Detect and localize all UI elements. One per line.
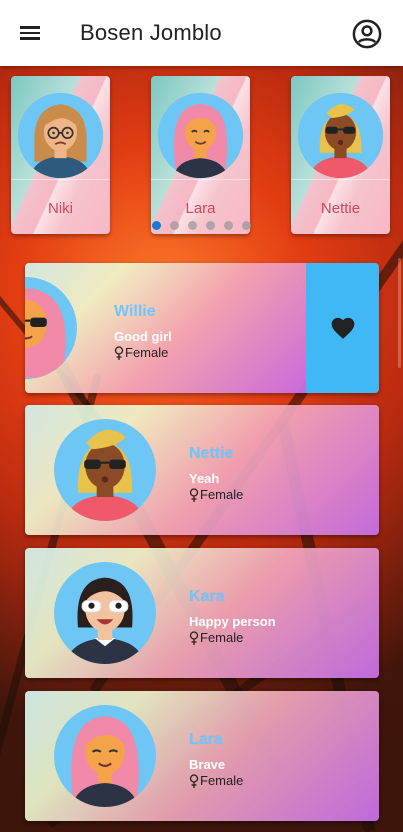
carousel-dot[interactable] (206, 221, 215, 230)
carousel-dot[interactable] (152, 221, 161, 230)
avatar (54, 705, 156, 807)
carousel-card-name: Niki (48, 200, 73, 217)
female-icon (189, 487, 199, 502)
profile-name: Willie (114, 303, 156, 320)
carousel-card-name: Lara (185, 200, 216, 217)
app-title: Bosen Jomblo (80, 20, 222, 45)
scrollbar[interactable] (398, 258, 401, 368)
like-button[interactable] (306, 263, 379, 393)
account-circle-icon[interactable] (352, 19, 382, 49)
gender-label: Female (200, 630, 244, 645)
app-bar: Bosen Jomblo (0, 0, 403, 66)
avatar (157, 92, 244, 179)
carousel-dot[interactable] (188, 221, 197, 230)
profile-name: Nettie (189, 445, 234, 462)
hamburger-menu-icon[interactable] (20, 23, 42, 43)
female-icon (114, 345, 124, 360)
carousel-dot[interactable] (242, 221, 251, 230)
profile-description: Good girl (114, 329, 172, 344)
avatar (17, 92, 104, 179)
carousel-card-nettie[interactable]: Nettie (291, 76, 390, 234)
profile-gender: Female (189, 773, 243, 788)
profile-description: Yeah (189, 471, 220, 486)
profile-description: Brave (189, 757, 226, 772)
heart-icon (331, 317, 354, 339)
carousel-card-name: Nettie (320, 200, 361, 217)
carousel-card-lara[interactable]: Lara (151, 76, 250, 234)
profile-card-lara[interactable]: Lara Brave Female (25, 691, 379, 821)
profile-gender: Female (114, 345, 168, 360)
carousel-card-niki[interactable]: Niki (11, 76, 110, 234)
carousel-pagination (152, 221, 251, 230)
profile-card-nettie[interactable]: Nettie Yeah Female (25, 405, 379, 535)
gender-label: Female (125, 345, 169, 360)
carousel-dot[interactable] (170, 221, 179, 230)
profile-name: Kara (189, 588, 225, 605)
profile-gender: Female (189, 630, 243, 645)
gender-label: Female (200, 773, 244, 788)
female-icon (189, 773, 199, 788)
profile-card-kara[interactable]: Kara Happy person Female (25, 548, 379, 678)
avatar (25, 277, 77, 379)
profile-description: Happy person (189, 614, 276, 629)
carousel-dot[interactable] (224, 221, 233, 230)
avatar (297, 92, 384, 179)
profile-gender: Female (189, 487, 243, 502)
gender-label: Female (200, 487, 244, 502)
profile-name: Lara (189, 731, 223, 748)
profile-carousel[interactable]: Niki Lara Nettie (0, 76, 403, 236)
avatar (54, 562, 156, 664)
profile-card-content[interactable]: Willie Good girl Female (25, 263, 306, 393)
female-icon (189, 630, 199, 645)
avatar (54, 419, 156, 521)
profile-card-swiped[interactable]: Willie Good girl Female (25, 263, 379, 393)
